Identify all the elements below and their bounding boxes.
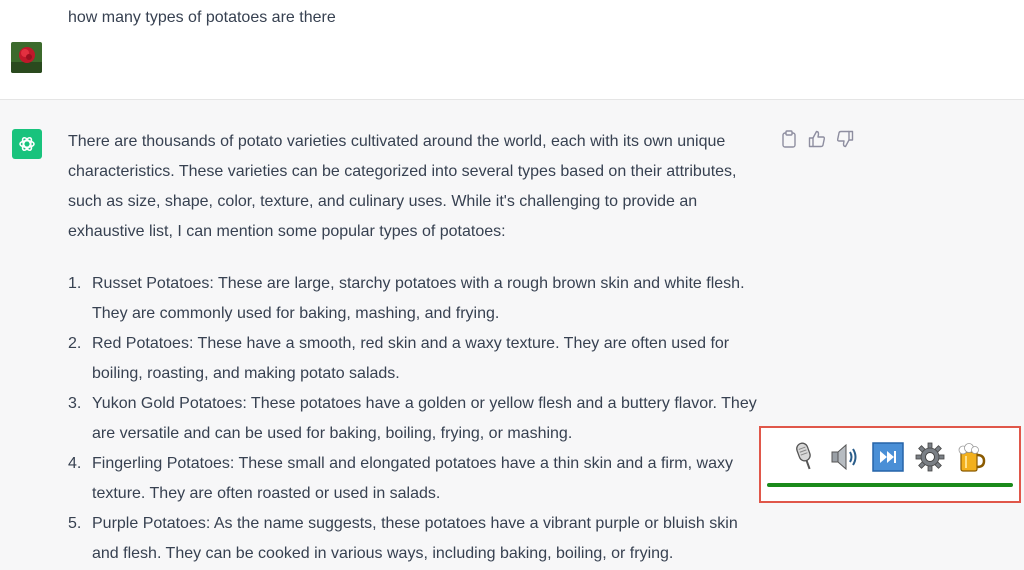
list-item: 5. Purple Potatoes: As the name suggests… bbox=[68, 509, 768, 569]
list-item-text: Fingerling Potatoes: These small and elo… bbox=[92, 455, 733, 502]
list-item: 4. Fingerling Potatoes: These small and … bbox=[68, 449, 768, 509]
settings-gear-icon[interactable] bbox=[913, 440, 946, 473]
list-item: 3. Yukon Gold Potatoes: These potatoes h… bbox=[68, 389, 768, 449]
message-feedback-actions bbox=[779, 129, 855, 149]
copy-icon[interactable] bbox=[779, 129, 799, 149]
list-number: 1. bbox=[68, 275, 82, 292]
beer-mug-icon[interactable] bbox=[955, 440, 988, 473]
list-item-text: Red Potatoes: These have a smooth, red s… bbox=[92, 335, 730, 382]
speaker-icon[interactable] bbox=[829, 440, 862, 473]
assistant-intro-paragraph: There are thousands of potato varieties … bbox=[68, 133, 737, 240]
thumbs-down-icon[interactable] bbox=[835, 129, 855, 149]
potato-types-list: 1. Russet Potatoes: These are large, sta… bbox=[68, 269, 768, 569]
user-message-text: how many types of potatoes are there bbox=[68, 9, 336, 26]
microphone-icon[interactable] bbox=[787, 440, 820, 473]
list-number: 3. bbox=[68, 395, 82, 412]
list-item: 2. Red Potatoes: These have a smooth, re… bbox=[68, 329, 768, 389]
thumbs-up-icon[interactable] bbox=[807, 129, 827, 149]
list-number: 4. bbox=[68, 455, 82, 472]
list-item: 1. Russet Potatoes: These are large, sta… bbox=[68, 269, 768, 329]
list-item-text: Russet Potatoes: These are large, starch… bbox=[92, 275, 745, 322]
list-item-text: Yukon Gold Potatoes: These potatoes have… bbox=[92, 395, 757, 442]
assistant-message-body: There are thousands of potato varieties … bbox=[68, 127, 768, 569]
skip-forward-icon[interactable] bbox=[871, 440, 904, 473]
voice-extension-toolbar bbox=[759, 426, 1021, 503]
list-item-text: Purple Potatoes: As the name suggests, t… bbox=[92, 515, 738, 562]
user-avatar bbox=[11, 42, 42, 73]
chatgpt-logo-icon bbox=[12, 129, 42, 159]
extension-icon-row bbox=[787, 440, 988, 473]
list-number: 5. bbox=[68, 515, 82, 532]
list-number: 2. bbox=[68, 335, 82, 352]
user-message-turn: how many types of potatoes are there bbox=[0, 0, 1024, 100]
extension-status-bar bbox=[767, 483, 1013, 487]
